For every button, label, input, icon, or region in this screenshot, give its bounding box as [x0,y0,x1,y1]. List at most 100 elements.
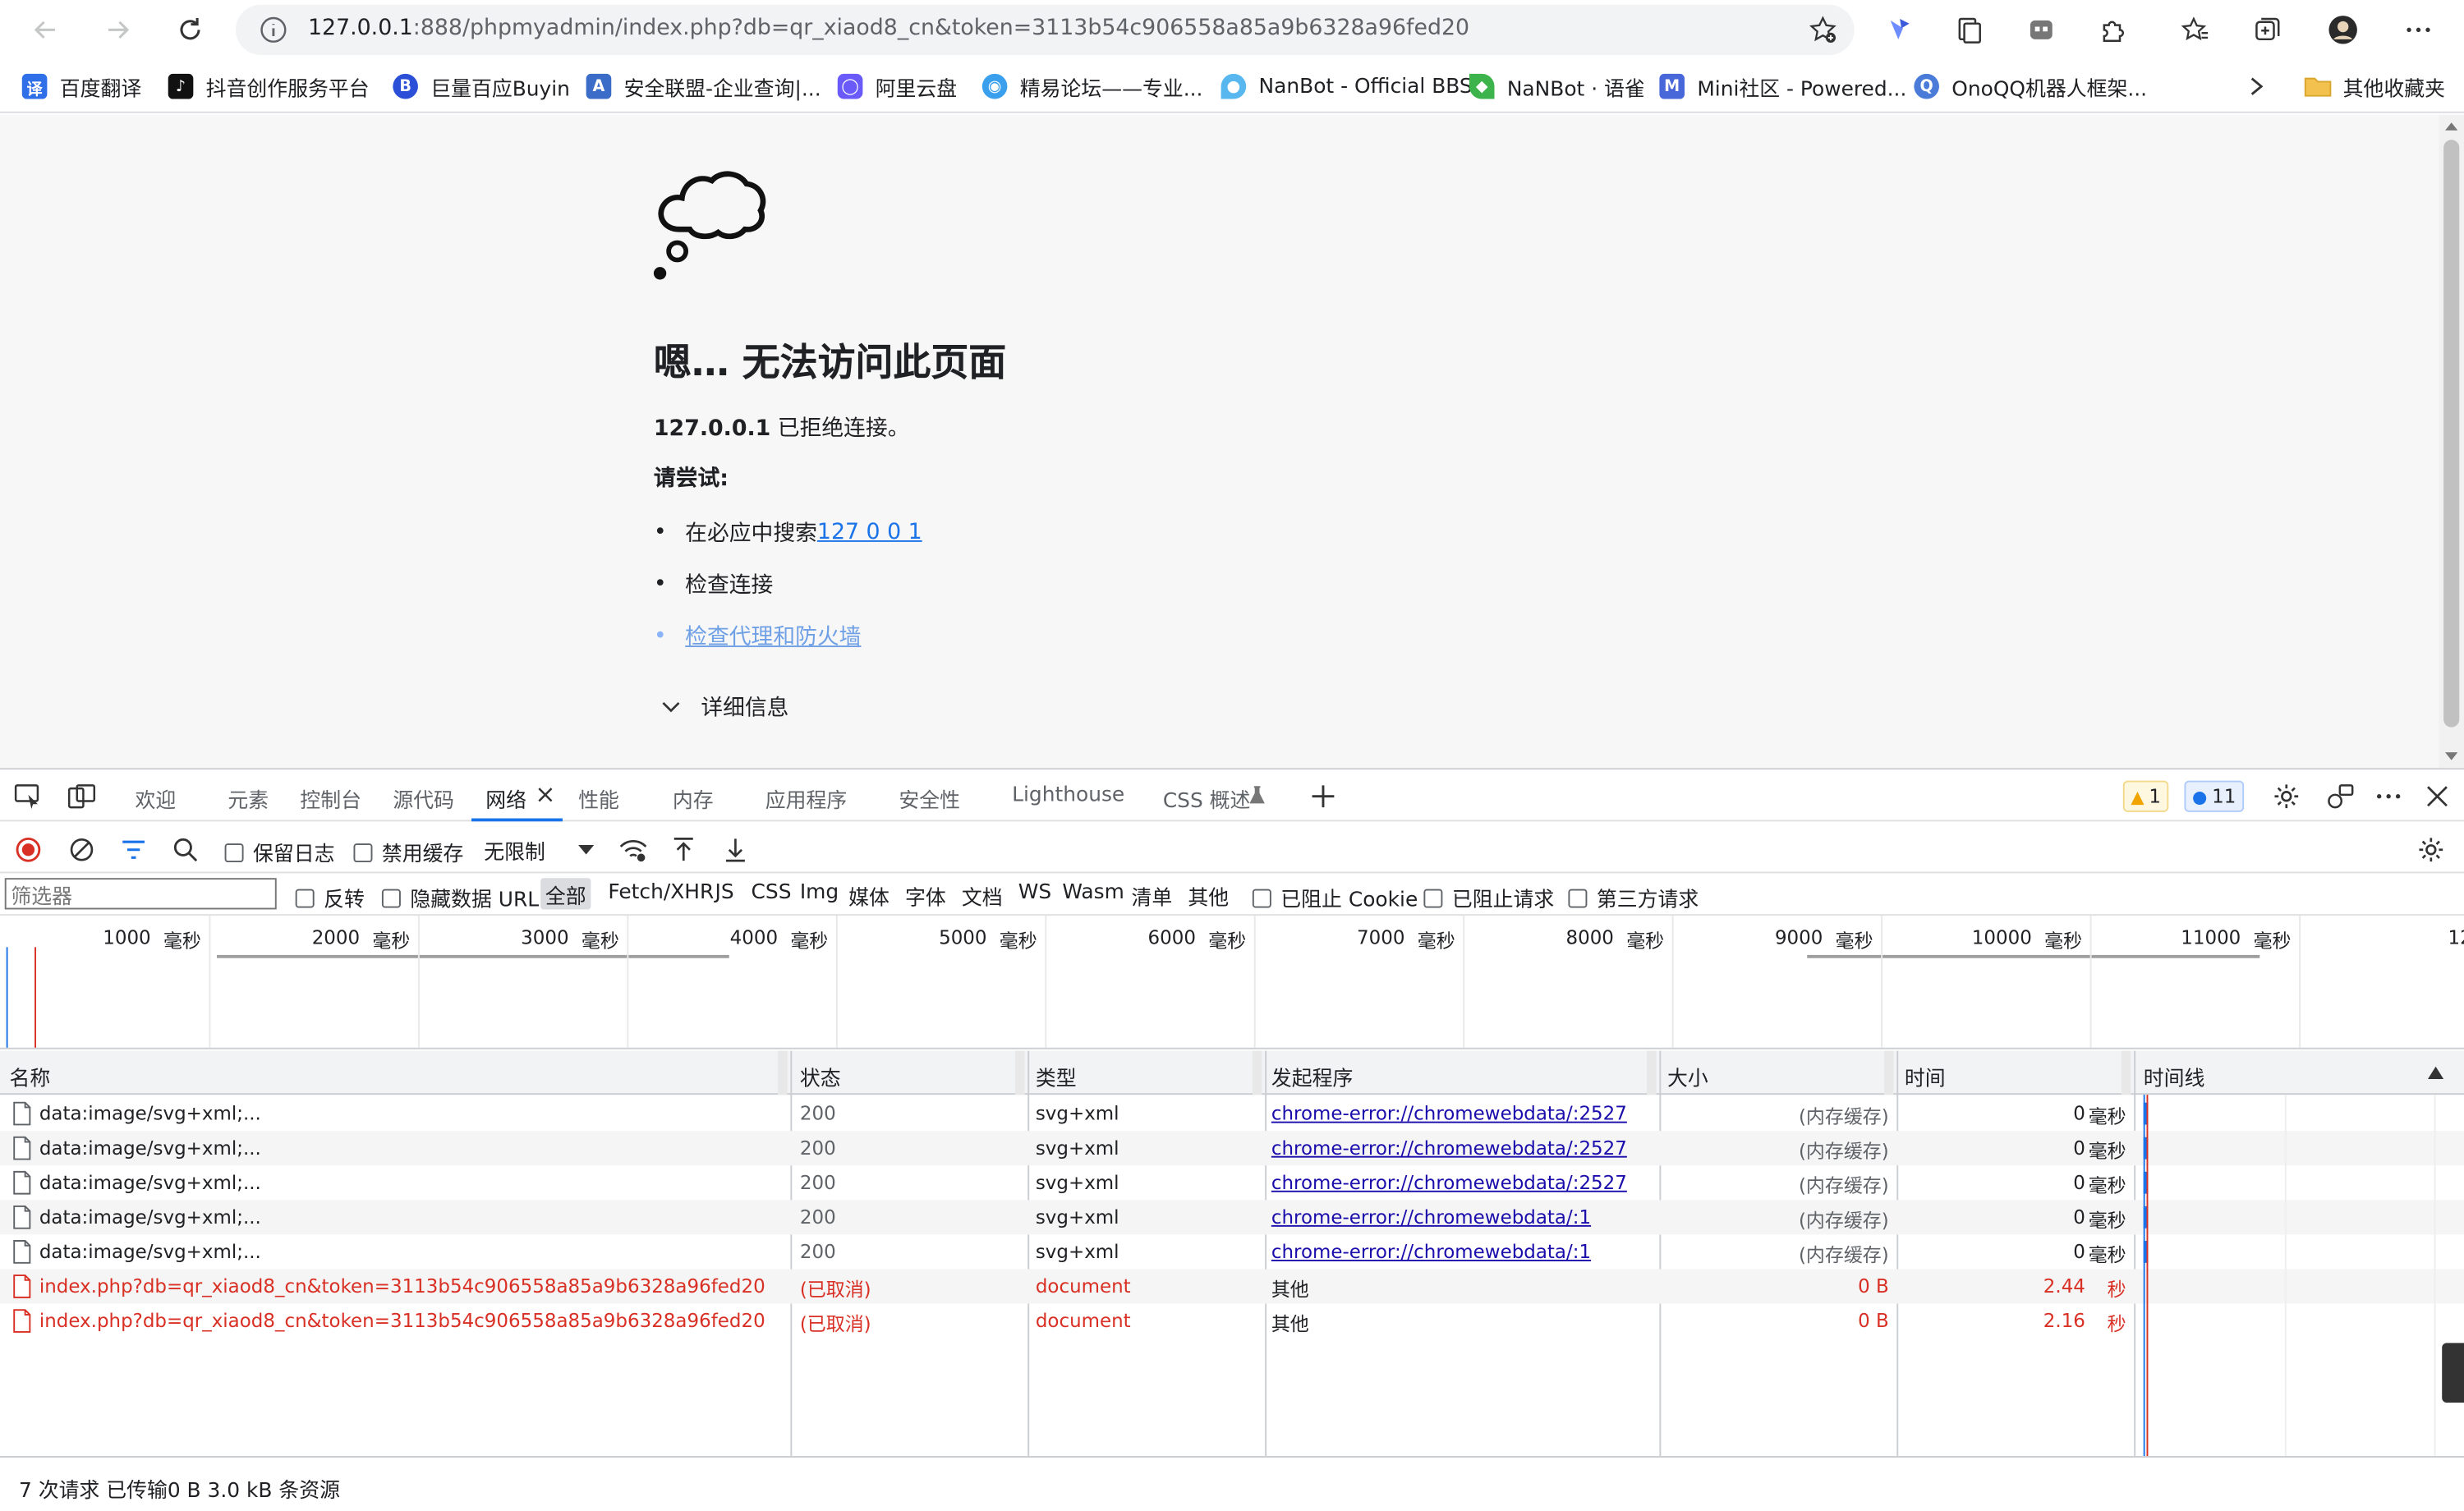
col-waterfall[interactable]: 时间线 [2144,1062,2205,1092]
favorites-button[interactable] [2172,8,2218,53]
tab-welcome[interactable]: 欢迎 [136,783,177,814]
devtools-settings-button[interactable] [2271,783,2302,811]
request-name[interactable]: data:image/svg+xml;... [39,1172,261,1194]
request-initiator[interactable]: chrome-error://chromewebdata/:2527 [1271,1137,1627,1160]
tab-console[interactable]: 控制台 [300,783,361,814]
details-toggle[interactable]: 详细信息 [660,691,788,723]
bookmark-jingyi[interactable]: ◉ 精易论坛——专业... [981,71,1202,102]
forward-button[interactable] [94,8,141,53]
collections-button[interactable] [2244,8,2291,53]
filter-type-css[interactable]: CSS [752,881,792,905]
throttling-select[interactable]: 无限制 [478,833,600,867]
tab-application[interactable]: 应用程序 [765,783,848,814]
bookmark-aliyun[interactable]: ◯ 阿里云盘 [837,71,957,102]
address-bar[interactable]: 127.0.0.1:888/phpmyadmin/index.php?db=qr… [235,4,1855,55]
table-row[interactable]: data:image/svg+xml;... 200 svg+xml chrome-e… [0,1234,2464,1269]
filter-type-all[interactable]: 全部 [540,878,591,910]
filter-type-other[interactable]: 其他 [1188,881,1229,912]
filter-type-img[interactable]: Img [800,881,839,905]
filter-type-fetch-xhr[interactable]: Fetch/XHR [608,881,714,905]
request-name[interactable]: data:image/svg+xml;... [39,1206,261,1229]
settings-more-button[interactable] [2395,8,2442,53]
hide-data-url-checkbox[interactable]: 隐藏数据 URL [381,883,539,912]
bookmark-douyin[interactable]: ♪ 抖音创作服务平台 [168,71,370,102]
network-settings-button[interactable] [2416,836,2447,864]
warnings-badge[interactable]: ▲ 1 [2122,780,2169,812]
filter-type-wasm[interactable]: Wasm [1062,881,1124,905]
bookmark-other-folder[interactable]: 其他收藏夹 [2304,71,2445,102]
extension-button-2[interactable] [1946,8,1993,53]
extension-button-3[interactable] [2018,8,2065,53]
invert-checkbox[interactable]: 反转 [295,883,365,912]
import-har-button[interactable] [669,836,697,864]
add-favorite-icon[interactable] [1807,14,1838,45]
col-size[interactable]: 大小 [1667,1062,1708,1092]
filter-type-manifest[interactable]: 清单 [1132,881,1173,912]
col-type[interactable]: 类型 [1036,1062,1077,1092]
url-text[interactable]: 127.0.0.1:888/phpmyadmin/index.php?db=qr… [308,16,1469,41]
export-har-button[interactable] [721,836,749,864]
page-scrollbar[interactable] [2439,114,2464,769]
table-row[interactable]: data:image/svg+xml;... 200 svg+xml chrome-e… [0,1200,2464,1235]
table-row[interactable]: index.php?db=qr_xiaod8_cn&token=3113b54c… [0,1304,2464,1339]
blocked-cookies-checkbox[interactable]: 已阻止 Cookie [1252,883,1418,912]
request-name[interactable]: index.php?db=qr_xiaod8_cn&token=3113b54c… [39,1275,765,1297]
device-toolbar-button[interactable] [66,783,97,811]
devtools-more-button[interactable] [2373,783,2404,811]
tab-network[interactable]: 网络 [485,783,526,814]
refresh-button[interactable] [167,8,214,53]
panel-resize-handle[interactable] [2442,1343,2464,1403]
request-initiator[interactable]: chrome-error://chromewebdata/:2527 [1271,1103,1627,1125]
extension-button-1[interactable] [1876,8,1923,53]
clear-button[interactable] [67,836,95,864]
search-button[interactable] [172,836,200,864]
close-network-tab-button[interactable] [536,785,554,804]
search-link[interactable]: 127 0 0 1 [817,520,922,545]
network-overview[interactable]: 1000 毫秒 2000 毫秒 3000 毫秒 4000 毫秒 5000 毫秒 6000 毫秒 7000… [0,916,2464,1049]
filter-type-media[interactable]: 媒体 [848,881,890,912]
tab-sources[interactable]: 源代码 [393,783,454,814]
table-row[interactable]: index.php?db=qr_xiaod8_cn&token=3113b54c… [0,1269,2464,1304]
scrollbar-thumb[interactable] [2443,140,2460,728]
tab-security[interactable]: 安全性 [899,783,960,814]
inspect-element-button[interactable] [12,783,44,811]
col-initiator[interactable]: 发起程序 [1271,1062,1354,1092]
request-name[interactable]: data:image/svg+xml;... [39,1241,261,1263]
request-initiator[interactable]: chrome-error://chromewebdata/:2527 [1271,1172,1627,1194]
record-button[interactable] [14,836,42,864]
tab-lighthouse[interactable]: Lighthouse [1012,783,1124,807]
blocked-requests-checkbox[interactable]: 已阻止请求 [1423,883,1554,912]
messages-badge[interactable]: ● 11 [2184,780,2244,812]
filter-type-ws[interactable]: WS [1018,881,1051,905]
col-name[interactable]: 名称 [9,1062,50,1092]
scroll-down-arrow-icon[interactable] [2445,752,2458,760]
col-status[interactable]: 状态 [800,1062,841,1092]
tab-css-overview[interactable]: CSS 概述 [1163,783,1251,814]
filter-input[interactable]: 筛选器 [4,878,277,910]
col-time[interactable]: 时间 [1905,1062,1946,1092]
bookmark-buyin[interactable]: B 巨量百应Buyin [393,71,570,102]
close-devtools-button[interactable] [2423,783,2451,811]
preserve-log-checkbox[interactable]: 保留日志 [224,837,335,867]
network-conditions-button[interactable] [618,836,649,864]
tab-memory[interactable]: 内存 [673,783,714,814]
bookmark-nanbot[interactable]: ● NanBot - Official BBS [1221,71,1473,102]
proxy-firewall-link[interactable]: 检查代理和防火墙 [685,621,861,652]
bookmarks-overflow-button[interactable] [2247,71,2266,102]
bookmark-yuque[interactable]: ◆ NaNBot · 语雀 [1469,71,1645,102]
tab-performance[interactable]: 性能 [578,783,619,814]
request-initiator[interactable]: chrome-error://chromewebdata/:1 [1271,1206,1591,1229]
bookmark-baidu-translate[interactable]: 译百度翻译 [21,71,141,102]
request-name[interactable]: index.php?db=qr_xiaod8_cn&token=3113b54c… [39,1310,765,1332]
site-info-icon[interactable] [258,14,289,45]
bookmark-mini[interactable]: M Mini社区 - Powered... [1659,71,1906,102]
send-feedback-button[interactable] [2324,783,2356,811]
filter-toggle-button[interactable] [119,836,147,864]
table-row[interactable]: data:image/svg+xml;... 200 svg+xml chrome-e… [0,1131,2464,1166]
third-party-checkbox[interactable]: 第三方请求 [1568,883,1699,912]
bookmark-onoqq[interactable]: Q OnoQQ机器人框架... [1914,71,2147,102]
table-row[interactable]: data:image/svg+xml;... 200 svg+xml chrome-e… [0,1165,2464,1200]
bookmark-anquan[interactable]: A 安全联盟-企业查询|... [586,71,821,102]
filter-type-doc[interactable]: 文档 [962,881,1003,912]
extensions-button[interactable] [2090,8,2137,53]
